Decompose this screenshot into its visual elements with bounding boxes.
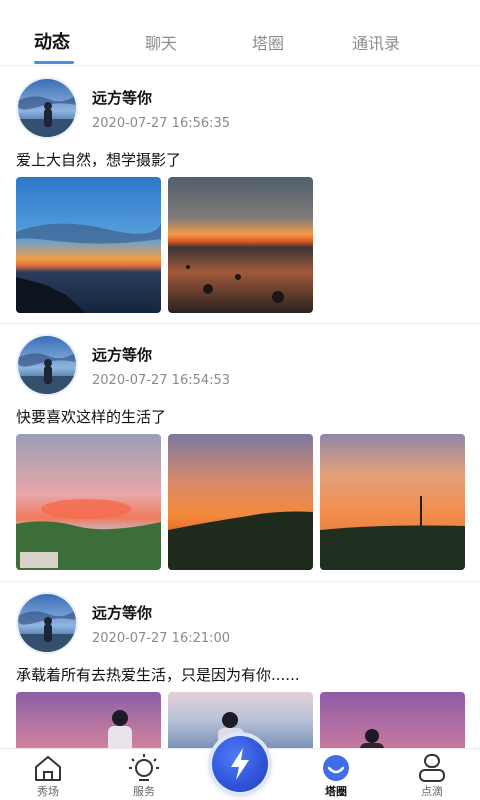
post-photos — [0, 177, 480, 323]
beach-sunset-photo — [168, 177, 313, 313]
post-photo[interactable] — [16, 692, 161, 748]
post-photos — [0, 434, 480, 580]
nav-service[interactable]: 服务 — [104, 749, 184, 800]
nav-showroom[interactable]: 秀场 — [8, 749, 88, 800]
avatar-image — [18, 594, 76, 652]
post-timestamp: 2020-07-27 16:21:00 — [92, 631, 231, 646]
post-photo[interactable] — [320, 434, 465, 570]
post-timestamp: 2020-07-27 16:56:35 — [92, 116, 231, 131]
sunset-tower-photo — [320, 434, 465, 570]
avatar-image — [18, 79, 76, 137]
avatar[interactable] — [16, 77, 78, 139]
pink-sky-person-photo — [16, 692, 161, 748]
nav-moments[interactable]: 点滴 — [392, 749, 472, 800]
feed-post: 远方等你 2020-07-27 16:21:00 承载着所有去热爱生活，只是因为… — [0, 582, 480, 748]
nav-label: 秀场 — [37, 785, 59, 798]
sunset-sea-photo — [16, 177, 161, 313]
avatar[interactable] — [16, 592, 78, 654]
orange-sunset-hill-photo — [168, 434, 313, 570]
nav-label: 服务 — [133, 785, 155, 798]
nav-tower-circle[interactable]: 塔圈 — [296, 749, 376, 800]
pink-sky-trees-photo — [16, 434, 161, 570]
avatar-image — [18, 336, 76, 394]
post-photo[interactable] — [320, 692, 465, 748]
feed-post: 远方等你 2020-07-27 16:54:53 快要喜欢这样的生活了 — [0, 324, 480, 582]
post-header: 远方等你 2020-07-27 16:54:53 — [0, 324, 480, 400]
active-tab-indicator — [34, 61, 74, 64]
post-text: 爱上大自然，想学摄影了 — [16, 151, 182, 169]
post-photo[interactable] — [16, 177, 161, 313]
user-icon — [419, 754, 445, 782]
avatar[interactable] — [16, 334, 78, 396]
moments-feed[interactable]: 远方等你 2020-07-27 16:56:35 爱上大自然，想学摄影了 远方等… — [0, 67, 480, 748]
post-username[interactable]: 远方等你 — [92, 602, 152, 623]
lightning-icon — [231, 748, 249, 780]
feed-post: 远方等你 2020-07-27 16:56:35 爱上大自然，想学摄影了 — [0, 67, 480, 324]
post-photo[interactable] — [16, 434, 161, 570]
lightbulb-icon — [129, 754, 159, 781]
post-photo[interactable] — [168, 434, 313, 570]
tab-contacts[interactable]: 通讯录 — [352, 30, 400, 54]
post-header: 远方等你 2020-07-27 16:21:00 — [0, 582, 480, 658]
home-icon — [35, 756, 61, 781]
post-text: 承载着所有去热爱生活，只是因为有你...... — [16, 666, 300, 684]
tab-moments[interactable]: 动态 — [34, 28, 70, 54]
post-username[interactable]: 远方等你 — [92, 87, 152, 108]
purple-sky-person-photo — [320, 692, 465, 748]
post-header: 远方等你 2020-07-27 16:56:35 — [0, 67, 480, 143]
circle-smile-icon — [323, 755, 349, 781]
top-tab-bar: 动态 聊天 塔圈 通讯录 — [0, 0, 480, 66]
nav-label: 点滴 — [421, 785, 443, 798]
post-text: 快要喜欢这样的生活了 — [16, 408, 167, 426]
nav-label: 塔圈 — [325, 785, 347, 798]
post-username[interactable]: 远方等你 — [92, 344, 152, 365]
post-photo[interactable] — [168, 177, 313, 313]
post-timestamp: 2020-07-27 16:54:53 — [92, 373, 231, 388]
tab-chat[interactable]: 聊天 — [145, 30, 177, 54]
tab-tower-circle[interactable]: 塔圈 — [252, 30, 284, 54]
center-action-button[interactable] — [212, 736, 268, 792]
